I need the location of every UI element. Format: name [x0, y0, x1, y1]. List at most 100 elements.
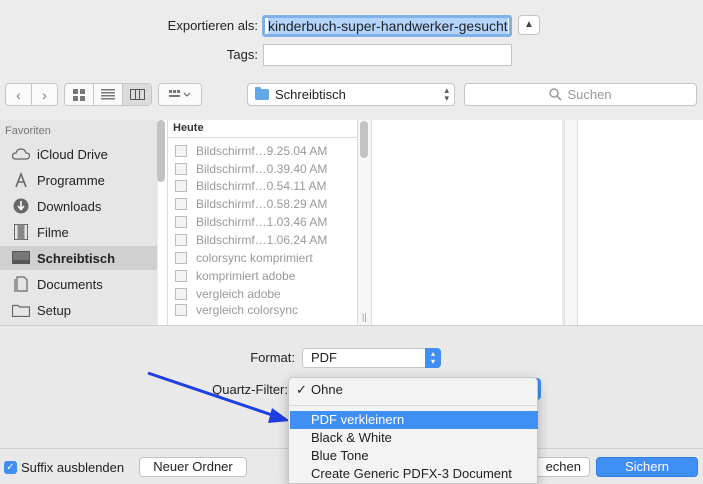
export-as-label: Exportieren als:: [167, 18, 258, 33]
menu-item-ohne[interactable]: ✓ Ohne: [290, 381, 538, 399]
cloud-icon: [12, 147, 30, 162]
file-item[interactable]: Bildschirmf…0.54.11 AM: [175, 177, 327, 195]
file-name: colorsync komprimiert: [196, 251, 313, 265]
view-mode-control: [64, 83, 152, 106]
back-forward-control: ‹ ›: [5, 83, 58, 106]
expand-dialog-button[interactable]: ▲: [518, 15, 540, 35]
tags-label: Tags:: [226, 47, 258, 62]
menu-item-label: Ohne: [311, 382, 343, 397]
chevron-right-icon: ›: [42, 86, 47, 103]
sidebar-item-label: Setup: [37, 302, 71, 318]
search-field[interactable]: Suchen: [464, 83, 697, 106]
menu-item-create-pdfx3[interactable]: Create Generic PDFX-3 Document: [290, 465, 538, 483]
save-button[interactable]: Sichern: [596, 457, 698, 477]
image-file-icon: [175, 163, 187, 175]
desktop-icon: [12, 251, 30, 266]
forward-button[interactable]: ›: [31, 84, 57, 105]
film-icon: [12, 224, 30, 240]
apps-icon: [12, 172, 30, 188]
file-item[interactable]: colorsync komprimiert: [175, 249, 313, 267]
arrange-control[interactable]: [158, 83, 202, 106]
resize-handle-icon[interactable]: ||: [362, 312, 367, 322]
menu-item-label: PDF verkleinern: [311, 412, 405, 427]
menu-item-blue-tone[interactable]: Blue Tone: [290, 447, 538, 465]
sidebar-item-documents[interactable]: Documents: [0, 272, 157, 296]
checkmark-icon: ✓: [6, 462, 15, 473]
list-icon: [101, 89, 115, 100]
menu-item-label: Blue Tone: [311, 448, 369, 463]
file-item[interactable]: Bildschirmf…1.06.24 AM: [175, 231, 327, 249]
menu-item-pdf-verkleinern[interactable]: PDF verkleinern: [290, 411, 538, 429]
file-item[interactable]: Bildschirmf…1.03.46 AM: [175, 213, 327, 231]
hide-extension-checkbox[interactable]: ✓: [4, 461, 17, 474]
sidebar-item-programme[interactable]: Programme: [0, 168, 157, 192]
new-folder-button[interactable]: Neuer Ordner: [139, 457, 247, 477]
sidebar-item-label: Filme: [37, 224, 69, 240]
image-file-icon: [175, 180, 187, 192]
sidebar-item-label: iCloud Drive: [37, 146, 108, 162]
scrollbar-thumb[interactable]: [360, 121, 368, 158]
tags-input[interactable]: [263, 44, 512, 66]
arrange-grid-icon: [169, 89, 191, 97]
location-popup[interactable]: Schreibtisch ▴ ▾: [247, 83, 455, 106]
updown-icon: ▴ ▾: [425, 348, 441, 368]
sidebar-item-downloads[interactable]: Downloads: [0, 194, 157, 218]
file-name: Bildschirmf…0.54.11 AM: [196, 179, 327, 193]
file-item[interactable]: Bildschirmf…0.39.40 AM: [175, 160, 327, 178]
menu-separator: [290, 405, 538, 406]
sidebar-item-label: Downloads: [37, 198, 102, 214]
file-item[interactable]: Bildschirmf…9.25.04 AM: [175, 142, 327, 160]
sidebar-item-setup[interactable]: Setup: [0, 298, 157, 322]
image-file-icon: [175, 304, 187, 316]
sidebar-item-filme[interactable]: Filme: [0, 220, 157, 244]
browser-column-4: [578, 120, 703, 325]
sidebar-item-schreibtisch[interactable]: Schreibtisch: [0, 246, 157, 270]
menu-item-label: Create Generic PDFX-3 Document: [311, 466, 512, 481]
chevron-left-icon: ‹: [16, 86, 21, 103]
file-name: vergleich colorsync: [196, 303, 299, 317]
image-file-icon: [175, 288, 187, 300]
column-view-button[interactable]: [122, 84, 151, 105]
menu-item-black-white[interactable]: Black & White: [290, 429, 538, 447]
icon-view-button[interactable]: [65, 84, 93, 105]
file-name: Bildschirmf…1.06.24 AM: [196, 233, 328, 247]
file-item[interactable]: Bildschirmf…0.58.29 AM: [175, 195, 327, 213]
file-item[interactable]: komprimiert adobe: [175, 267, 295, 285]
image-file-icon: [175, 234, 187, 246]
image-file-icon: [175, 216, 187, 228]
quartz-filter-menu: ✓ Ohne PDF verkleinern Black & White Blu…: [288, 377, 538, 484]
list-view-button[interactable]: [93, 84, 122, 105]
file-name: Bildschirmf…0.39.40 AM: [196, 162, 328, 176]
format-value: PDF: [311, 350, 337, 365]
file-name: Bildschirmf…0.58.29 AM: [196, 197, 328, 211]
image-file-icon: [175, 198, 187, 210]
download-icon: [12, 198, 30, 214]
image-file-icon: [175, 270, 187, 282]
image-file-icon: [175, 145, 187, 157]
format-popup[interactable]: PDF ▴ ▾: [302, 348, 441, 368]
sidebar-item-label: Schreibtisch: [37, 250, 116, 266]
chevron-up-icon: ▲: [524, 19, 534, 30]
scrollbar-thumb[interactable]: [157, 120, 165, 182]
image-file-icon: [175, 252, 187, 264]
file-name: Bildschirmf…9.25.04 AM: [196, 144, 328, 158]
column-header: Heute: [167, 120, 357, 138]
filename-text: kinderbuch-super-handwerker-gesucht: [268, 18, 508, 34]
back-button[interactable]: ‹: [6, 84, 31, 105]
folder-icon: [255, 87, 269, 100]
folder-icon: [12, 303, 30, 318]
arrange-button[interactable]: [159, 84, 201, 105]
sidebar-item-label: Programme: [37, 172, 105, 188]
file-name: vergleich adobe: [196, 287, 281, 301]
sidebar: Favoriten iCloud Drive Programme Downloa…: [0, 120, 157, 325]
file-item[interactable]: vergleich colorsync: [175, 301, 298, 319]
menu-item-label: Black & White: [311, 430, 392, 445]
search-icon: [549, 88, 563, 101]
sidebar-item-icloud-drive[interactable]: iCloud Drive: [0, 142, 157, 166]
checkmark-icon: ✓: [296, 382, 307, 397]
column-divider[interactable]: [564, 120, 578, 325]
document-icon: [12, 276, 30, 292]
search-placeholder: Suchen: [567, 87, 612, 102]
updown-icon: ▴ ▾: [444, 85, 449, 103]
filename-input[interactable]: kinderbuch-super-handwerker-gesucht: [262, 15, 512, 37]
